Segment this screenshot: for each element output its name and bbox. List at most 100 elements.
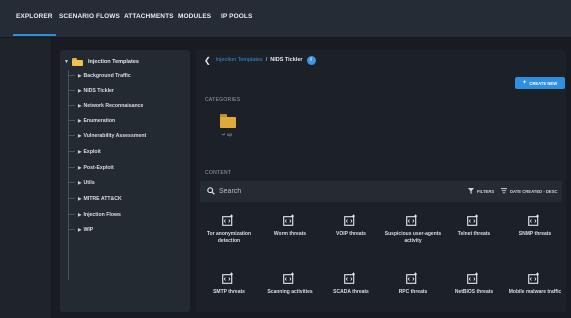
- content-item-label: Telnet threats: [457, 231, 491, 237]
- code-file-icon: [283, 272, 294, 284]
- tree-item-label: Exploit: [83, 148, 101, 155]
- content-item[interactable]: SNMP threats: [506, 214, 564, 254]
- caret-right-icon: ▶: [78, 87, 82, 93]
- breadcrumb-parent-link[interactable]: Injection Templates: [216, 57, 263, 63]
- code-file-icon: [222, 272, 233, 284]
- content-item-label: SNMP threats: [518, 231, 552, 237]
- tree-connector: [68, 198, 75, 199]
- tree-connector: [68, 182, 75, 183]
- tab-attachments[interactable]: ATTACHMENTS: [124, 13, 174, 20]
- content-item[interactable]: Telnet threats: [445, 214, 503, 254]
- content-item-label: RPC threats: [398, 289, 428, 295]
- tab-scenario-flows[interactable]: SCENARIO FLOWS: [59, 13, 120, 20]
- code-file-icon: [467, 214, 478, 226]
- breadcrumb-separator: /: [265, 57, 268, 63]
- content-item[interactable]: NetBIOS threats: [445, 272, 503, 312]
- tree-connector: [68, 90, 75, 91]
- caret-right-icon: ▶: [78, 195, 82, 201]
- content-item-label: SCADA threats: [333, 289, 369, 295]
- content-item-label: Scanning activities: [267, 289, 313, 295]
- tree-item-enumeration[interactable]: ▶ Enumeration: [68, 115, 115, 126]
- folder-tree: ▼ Injection Templates ▶ Background Traffi…: [60, 50, 190, 312]
- filters-button[interactable]: FILTERS: [468, 188, 494, 194]
- content-item-label: Mobile malware traffic: [508, 289, 562, 295]
- tree-connector: [68, 120, 75, 121]
- caret-right-icon: ▶: [78, 179, 82, 185]
- tree-item-injection-flows[interactable]: ▶ Injection Flows: [68, 209, 121, 220]
- content-item-label: SMTP threats: [213, 289, 245, 295]
- sort-dropdown[interactable]: DATE CREATED - DESC: [501, 188, 558, 194]
- filter-icon: [468, 188, 474, 194]
- up-folder-label[interactable]: ↵ up: [222, 132, 232, 138]
- tree-item-label: Network Reconnaisance: [83, 102, 144, 109]
- content-item-label: VOIP threats: [336, 231, 366, 237]
- plus-icon: +: [522, 80, 527, 86]
- tree-connector: [68, 214, 75, 215]
- content-item-label: Tor anonymization detection: [206, 231, 252, 244]
- code-file-icon: [406, 272, 417, 284]
- search-input[interactable]: [219, 185, 419, 198]
- back-arrow-icon[interactable]: ❮: [204, 56, 211, 65]
- info-icon[interactable]: i: [306, 55, 316, 65]
- tab-modules[interactable]: MODULES: [178, 13, 211, 20]
- content-item[interactable]: Suspicious user-agents activity: [384, 214, 442, 254]
- code-file-icon: [528, 214, 539, 226]
- tree-item-exploit[interactable]: ▶ Exploit: [68, 146, 101, 157]
- categories-heading: CATEGORIES: [205, 97, 241, 103]
- content-item-label: NetBIOS threats: [454, 289, 494, 295]
- content-item[interactable]: Mobile malware traffic: [506, 272, 564, 312]
- content-item[interactable]: Scanning activities: [261, 272, 319, 312]
- code-file-icon: [406, 214, 417, 226]
- caret-right-icon: ▶: [78, 226, 82, 232]
- caret-right-icon: ▶: [78, 148, 82, 154]
- content-item-label: Suspicious user-agents activity: [384, 231, 442, 244]
- tree-item-background-traffic[interactable]: ▶ Background Traffic: [68, 70, 131, 81]
- left-sidebar: [0, 38, 52, 318]
- caret-down-icon[interactable]: ▼: [64, 59, 72, 65]
- tree-connector: [68, 229, 75, 230]
- tree-root-injection-templates[interactable]: ▼ Injection Templates: [64, 56, 139, 68]
- tree-item-label: NIDS Tickler: [83, 87, 114, 94]
- tree-item-label: Enumeration: [83, 117, 116, 124]
- content-item[interactable]: Worm threats: [261, 214, 319, 254]
- sort-icon: [501, 188, 507, 194]
- tree-connector: [68, 167, 75, 168]
- content-item[interactable]: Tor anonymization detection: [200, 214, 258, 254]
- tree-item-vulnerability-assessment[interactable]: ▶ Vulnerability Assessment: [68, 130, 146, 141]
- tree-item-post-exploit[interactable]: ▶ Post-Exploit: [68, 162, 114, 173]
- search-icon: [207, 187, 215, 195]
- content-item[interactable]: SCADA threats: [322, 272, 380, 312]
- content-item[interactable]: RPC threats: [384, 272, 442, 312]
- up-folder-icon[interactable]: [218, 114, 238, 128]
- code-file-icon: [467, 272, 478, 284]
- tree-item-label: Utils: [83, 179, 95, 186]
- content-item[interactable]: SMTP threats: [200, 272, 258, 312]
- tree-root-label: Injection Templates: [88, 59, 139, 65]
- sort-label: DATE CREATED - DESC: [510, 188, 558, 194]
- tree-connector: [68, 75, 75, 76]
- search-bar: FILTERS DATE CREATED - DESC: [200, 181, 562, 202]
- create-new-button[interactable]: + CREATE NEW: [515, 77, 565, 89]
- code-file-icon: [283, 214, 294, 226]
- tree-item-utils[interactable]: ▶ Utils: [68, 177, 95, 188]
- tree-item-wip[interactable]: ▶ WIP: [68, 224, 93, 235]
- tree-connector: [68, 151, 75, 152]
- tree-item-nids-tickler[interactable]: ▶ NIDS Tickler: [68, 85, 114, 96]
- content-heading: CONTENT: [205, 170, 232, 176]
- tree-item-network-reconnaisance[interactable]: ▶ Network Reconnaisance: [68, 100, 143, 111]
- caret-right-icon: ▶: [78, 117, 82, 123]
- caret-right-icon: ▶: [78, 72, 82, 78]
- caret-right-icon: ▶: [78, 132, 82, 138]
- tree-connector: [68, 135, 75, 136]
- filters-label: FILTERS: [477, 188, 495, 194]
- tree-item-label: Background Traffic: [83, 72, 131, 79]
- top-nav-bar: EXPLORER SCENARIO FLOWS ATTACHMENTS MODU…: [0, 0, 571, 38]
- breadcrumb-current: NIDS Tickler: [270, 57, 303, 63]
- tab-ip-pools[interactable]: IP POOLS: [221, 13, 252, 20]
- tree-connector: [68, 105, 75, 106]
- tree-item-label: MITRE ATT&CK: [83, 195, 122, 202]
- content-item[interactable]: VOIP threats: [322, 214, 380, 254]
- tab-explorer[interactable]: EXPLORER: [13, 13, 56, 36]
- content-area: ❮ Injection Templates / NIDS Tickler i +…: [196, 50, 566, 312]
- tree-item-mitre-attack[interactable]: ▶ MITRE ATT&CK: [68, 193, 122, 204]
